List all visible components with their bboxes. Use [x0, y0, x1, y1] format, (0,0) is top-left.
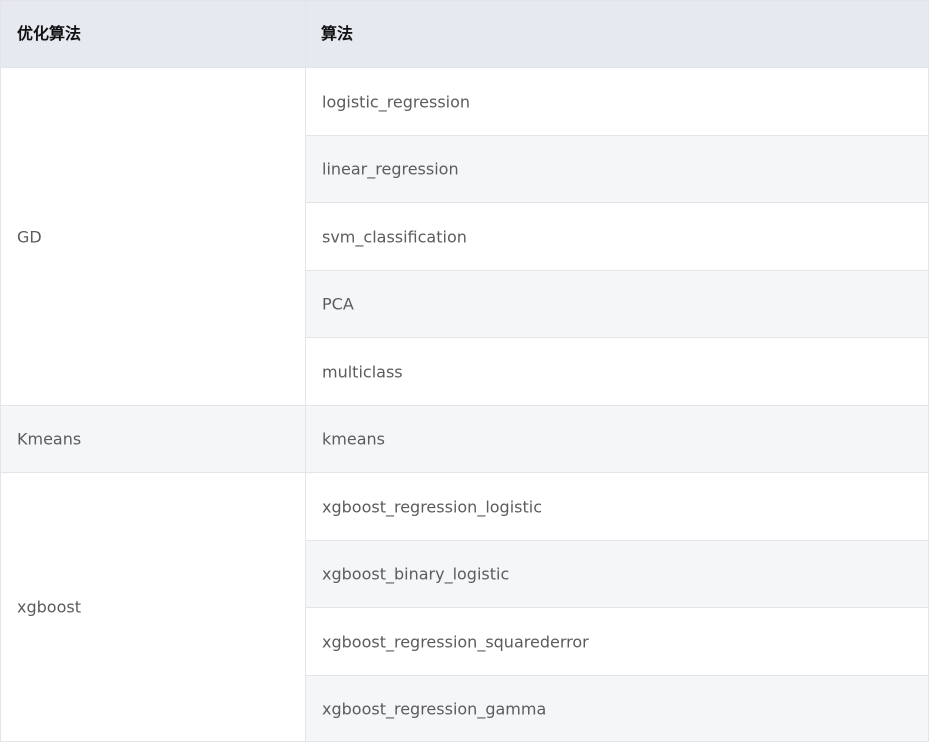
- header-optimizer: 优化算法: [17, 24, 82, 43]
- table-row: svm_classification: [306, 203, 928, 271]
- group-label: Kmeans: [17, 429, 82, 449]
- header-algorithm: 算法: [321, 24, 354, 43]
- table-row: xgboost_regression_logistic: [306, 473, 928, 541]
- algorithm-name: xgboost_regression_logistic: [322, 497, 542, 516]
- algorithm-name: multiclass: [322, 362, 403, 381]
- group-cell-gd: GD: [1, 68, 305, 406]
- algorithm-name: xgboost_binary_logistic: [322, 564, 510, 584]
- table-row: multiclass: [306, 338, 928, 406]
- algorithm-name: PCA: [322, 294, 354, 314]
- table-row: xgboost_binary_logistic: [306, 541, 928, 608]
- table-row: logistic_regression: [306, 68, 928, 136]
- group-label: xgboost: [17, 597, 81, 617]
- table-row: xgboost_regression_squarederror: [306, 608, 928, 676]
- algorithm-name: xgboost_regression_gamma: [322, 699, 547, 718]
- algorithm-name: xgboost_regression_squarederror: [322, 632, 589, 651]
- table-header: 优化算法 算法: [1, 1, 928, 68]
- table-row: PCA: [306, 271, 928, 338]
- algorithm-table: 优化算法 算法 GD logistic_regression linear_re…: [0, 0, 929, 742]
- table-row: xgboost_regression_gamma: [306, 676, 928, 741]
- group-cell-kmeans: Kmeans: [1, 406, 305, 473]
- algorithm-name: svm_classification: [322, 227, 467, 246]
- table-row: linear_regression: [306, 136, 928, 203]
- column-divider: [305, 1, 306, 741]
- algorithm-name: logistic_regression: [322, 92, 471, 111]
- algorithm-name: kmeans: [322, 429, 385, 449]
- group-label: GD: [17, 227, 42, 246]
- table-row: kmeans: [306, 406, 928, 473]
- group-cell-xgboost: xgboost: [1, 473, 305, 741]
- algorithm-name: linear_regression: [322, 159, 459, 179]
